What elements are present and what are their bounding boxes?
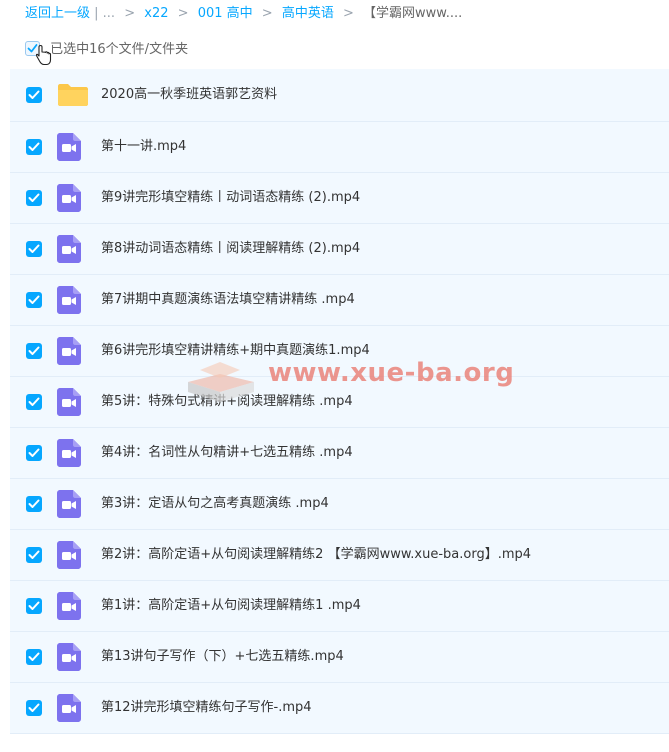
file-name[interactable]: 第6讲完形填空精讲精练+期中真题演练1.mp4 <box>101 341 370 361</box>
file-row[interactable]: 第9讲完形填空精练丨动词语态精练 (2).mp4 <box>10 173 669 224</box>
folder-icon <box>58 84 88 106</box>
file-checkbox[interactable] <box>26 292 42 308</box>
file-checkbox[interactable] <box>26 700 42 716</box>
check-icon <box>28 499 40 508</box>
video-file-icon <box>57 133 81 161</box>
file-name[interactable]: 第3讲：定语从句之高考真题演练 .mp4 <box>101 494 329 514</box>
video-file-icon <box>57 286 81 314</box>
video-file-icon <box>57 337 81 365</box>
file-name[interactable]: 第5讲：特殊句式精讲+阅读理解精练 .mp4 <box>101 392 353 412</box>
check-icon <box>28 448 40 457</box>
breadcrumb-separator: > <box>177 6 189 21</box>
selection-count: 已选中16个文件/文件夹 <box>50 42 189 57</box>
file-checkbox[interactable] <box>26 241 42 257</box>
file-checkbox[interactable] <box>26 547 42 563</box>
check-icon <box>28 295 40 304</box>
file-row[interactable]: 第4讲：名词性从句精讲+七选五精练 .mp4 <box>10 428 669 479</box>
breadcrumb-item-x22[interactable]: x22 <box>144 6 168 21</box>
file-name[interactable]: 第十一讲.mp4 <box>101 137 186 157</box>
file-row[interactable]: 第3讲：定语从句之高考真题演练 .mp4 <box>10 479 669 530</box>
hand-cursor-icon <box>36 44 52 66</box>
file-row[interactable]: 第2讲：高阶定语+从句阅读理解精练2 【学霸网www.xue-ba.org】.m… <box>10 530 669 581</box>
check-icon <box>28 397 40 406</box>
file-checkbox[interactable] <box>26 343 42 359</box>
breadcrumb-current: 【学霸网www.... <box>363 6 463 21</box>
video-file-icon <box>57 592 81 620</box>
breadcrumb-separator: | <box>94 6 103 21</box>
file-name[interactable]: 第7讲期中真题演练语法填空精讲精练 .mp4 <box>101 290 355 310</box>
video-file-icon <box>57 184 81 212</box>
file-checkbox[interactable] <box>26 87 42 103</box>
file-row[interactable]: 第1讲：高阶定语+从句阅读理解精练1 .mp4 <box>10 581 669 632</box>
breadcrumb: 返回上一级 | ... > x22 > 001 高中 > 高中英语 > 【学霸网… <box>25 4 462 24</box>
breadcrumb-item-english[interactable]: 高中英语 <box>282 6 334 21</box>
file-name[interactable]: 2020高一秋季班英语郭艺资料 <box>101 85 277 105</box>
video-file-icon <box>57 643 81 671</box>
file-row[interactable]: 第7讲期中真题演练语法填空精讲精练 .mp4 <box>10 275 669 326</box>
file-checkbox[interactable] <box>26 445 42 461</box>
file-name[interactable]: 第13讲句子写作（下）+七选五精练.mp4 <box>101 647 344 667</box>
video-file-icon <box>57 694 81 722</box>
check-icon <box>28 193 40 202</box>
check-icon <box>28 601 40 610</box>
file-checkbox[interactable] <box>26 649 42 665</box>
file-name[interactable]: 第9讲完形填空精练丨动词语态精练 (2).mp4 <box>101 188 360 208</box>
breadcrumb-ellipsis[interactable]: ... <box>103 6 115 21</box>
file-name[interactable]: 第2讲：高阶定语+从句阅读理解精练2 【学霸网www.xue-ba.org】.m… <box>101 545 531 565</box>
back-link[interactable]: 返回上一级 <box>25 6 90 21</box>
file-name[interactable]: 第12讲完形填空精练句子写作-.mp4 <box>101 698 312 718</box>
breadcrumb-item-001[interactable]: 001 高中 <box>198 6 253 21</box>
file-row[interactable]: 第12讲完形填空精练句子写作-.mp4 <box>10 683 669 734</box>
file-list: 2020高一秋季班英语郭艺资料 第十一讲.mp4 第9讲完形填空精练丨动词语态精练 … <box>10 69 669 734</box>
file-checkbox[interactable] <box>26 139 42 155</box>
file-checkbox[interactable] <box>26 598 42 614</box>
video-file-icon <box>57 490 81 518</box>
file-row[interactable]: 第6讲完形填空精讲精练+期中真题演练1.mp4 <box>10 326 669 377</box>
video-file-icon <box>57 235 81 263</box>
check-icon <box>28 652 40 661</box>
check-icon <box>28 703 40 712</box>
file-checkbox[interactable] <box>26 190 42 206</box>
check-icon <box>28 550 40 559</box>
file-row[interactable]: 第13讲句子写作（下）+七选五精练.mp4 <box>10 632 669 683</box>
check-icon <box>28 90 40 99</box>
file-name[interactable]: 第1讲：高阶定语+从句阅读理解精练1 .mp4 <box>101 596 361 616</box>
file-row[interactable]: 第十一讲.mp4 <box>10 122 669 173</box>
video-file-icon <box>57 388 81 416</box>
file-row[interactable]: 第8讲动词语态精练丨阅读理解精练 (2).mp4 <box>10 224 669 275</box>
breadcrumb-separator: > <box>261 6 273 21</box>
file-name[interactable]: 第4讲：名词性从句精讲+七选五精练 .mp4 <box>101 443 353 463</box>
check-icon <box>28 346 40 355</box>
file-checkbox[interactable] <box>26 394 42 410</box>
breadcrumb-separator: > <box>124 6 136 21</box>
file-name[interactable]: 第8讲动词语态精练丨阅读理解精练 (2).mp4 <box>101 239 360 259</box>
file-row[interactable]: 2020高一秋季班英语郭艺资料 <box>10 69 669 122</box>
check-icon <box>28 244 40 253</box>
video-file-icon <box>57 439 81 467</box>
file-row[interactable]: 第5讲：特殊句式精讲+阅读理解精练 .mp4 <box>10 377 669 428</box>
file-checkbox[interactable] <box>26 496 42 512</box>
breadcrumb-separator: > <box>343 6 354 21</box>
video-file-icon <box>57 541 81 569</box>
check-icon <box>28 142 40 151</box>
